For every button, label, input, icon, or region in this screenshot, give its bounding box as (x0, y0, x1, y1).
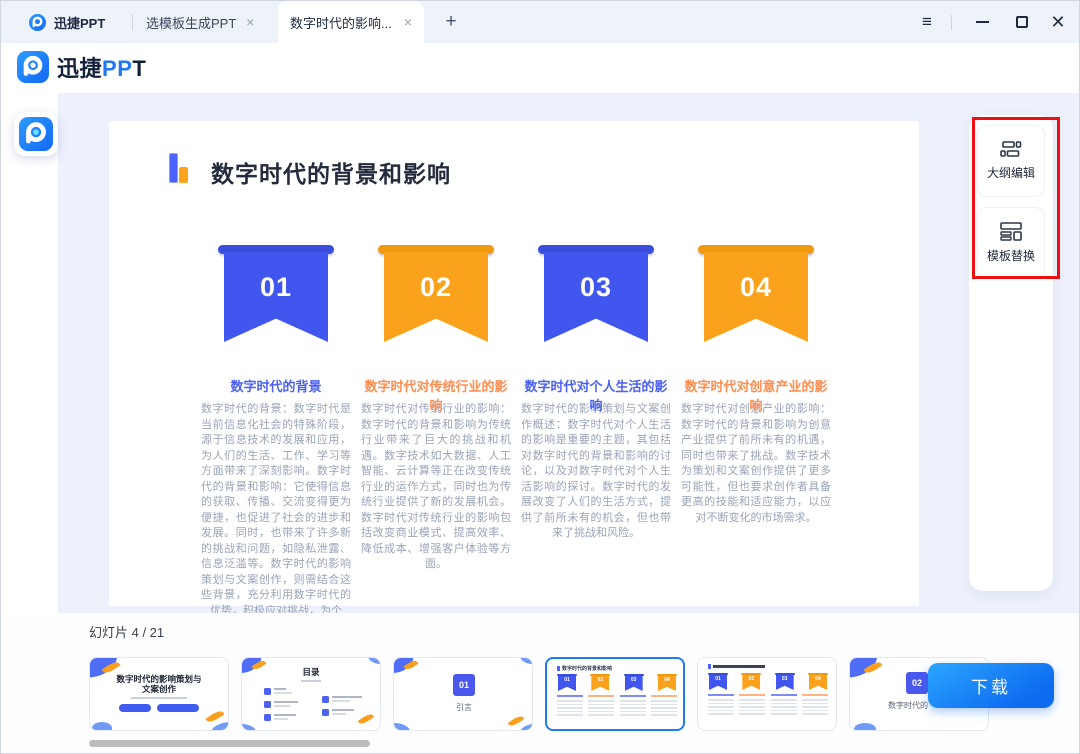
column-heading: 数字时代对个人生活的影响 (521, 377, 671, 415)
thumb4-ribbons: 01 02 03 04 (557, 674, 677, 691)
thumb5-ribbons: 01 02 03 04 (708, 673, 828, 690)
thumb1-buttons (90, 704, 228, 712)
assistant-logo-icon (19, 117, 53, 151)
slide-preview: 数字时代的背景和影响 01 数字时代的背景 数字时代的背景：数字时代是当前信息化… (109, 121, 919, 606)
ribbon-banner: 03 (538, 245, 654, 342)
thumb4-title-row: 数字时代的背景和影响 (557, 665, 612, 672)
outline-edit-button[interactable]: 大纲编辑 (977, 125, 1045, 197)
ribbon-banner: 02 (378, 245, 494, 342)
slide-column-1: 01 数字时代的背景 数字时代的背景：数字时代是当前信息化社会的特殊阶段，源于信… (201, 121, 351, 606)
column-body: 数字时代对创意产业的影响：数字时代的背景和影响为创意产业提供了前所未有的机遇，同… (681, 402, 831, 526)
tab-close-icon[interactable]: × (246, 15, 254, 29)
tab-label: 选模板生成PPT (146, 13, 236, 32)
brand-wordmark: 迅捷PPT (57, 51, 146, 83)
brand-logo-icon (17, 51, 49, 83)
floating-assistant-button[interactable] (14, 112, 58, 156)
thumb6-section-label: 数字时代的 (888, 700, 928, 711)
slide-counter: 幻灯片 4 / 21 (89, 622, 164, 641)
bar-chart-icon (169, 153, 189, 185)
horizontal-scrollbar[interactable] (89, 740, 370, 747)
template-replace-icon (999, 222, 1023, 241)
column-heading: 数字时代对创意产业的影响 (681, 377, 831, 415)
tab-divider (132, 14, 133, 30)
thumb3-section-number: 01 (453, 674, 475, 696)
slide-column-3: 03 数字时代对个人生活的影响 数字时代的影响策划与文案创作概述：数字时代对个人… (521, 121, 671, 606)
brand: 迅捷PPT (17, 51, 146, 83)
download-button[interactable]: 下载 (928, 663, 1054, 708)
column-body: 数字时代的影响策划与文案创作概述：数字时代对个人生活的影响是重要的主题，其包括对… (521, 402, 671, 542)
template-replace-button[interactable]: 模板替换 (977, 207, 1045, 279)
minimize-button[interactable] (967, 1, 997, 43)
thumb2-toc-left (264, 688, 298, 727)
side-tool-panel: 大纲编辑 模板替换 (969, 115, 1053, 591)
thumb1-subtitle-bar (131, 697, 187, 699)
ribbon-banner: 04 (698, 245, 814, 342)
thumbnail-slide-4-selected[interactable]: 数字时代的背景和影响 01 02 03 04 (545, 657, 685, 731)
thumb5-text-columns (708, 694, 828, 717)
ribbon-number: 03 (580, 272, 612, 342)
outline-edit-icon (999, 141, 1023, 158)
thumb6-section-number: 02 (906, 672, 928, 694)
tab-digital-age-active[interactable]: 数字时代的影响... × (278, 1, 424, 43)
maximize-button[interactable] (1007, 1, 1037, 43)
tab-home-label: 迅捷PPT (54, 13, 105, 32)
app-header (1, 43, 1080, 93)
thumb4-text-columns (557, 695, 677, 718)
thumb2-title: 目录 (242, 666, 380, 678)
thumb5-title-row (708, 664, 765, 669)
slide-column-2: 02 数字时代对传统行业的影响 数字时代对传统行业的影响：数字时代的背景和影响为… (361, 121, 511, 606)
left-strip (1, 93, 58, 613)
ribbon-number: 02 (420, 272, 452, 342)
thumb2-subtitle-bar (301, 680, 321, 682)
tab-bar: 迅捷PPT 选模板生成PPT × 数字时代的影响... × + ≡ ✕ (1, 1, 1080, 43)
column-heading: 数字时代对传统行业的影响 (361, 377, 511, 415)
tab-label: 数字时代的影响... (290, 13, 392, 32)
app-logo-icon (29, 14, 46, 31)
new-tab-button[interactable]: + (439, 10, 463, 34)
menu-icon[interactable]: ≡ (913, 1, 941, 43)
thumbnail-slide-2[interactable]: 目录 (241, 657, 381, 731)
ribbon-banner: 01 (218, 245, 334, 342)
tab-home[interactable]: 迅捷PPT (29, 1, 105, 43)
thumbnail-slide-3[interactable]: 01 引言 (393, 657, 533, 731)
thumb1-title: 数字时代的影响策划与文案创作 (90, 674, 228, 694)
thumb3-section-label: 引言 (456, 702, 472, 713)
controls-divider (951, 15, 952, 30)
ribbon-number: 01 (260, 272, 292, 342)
template-replace-label: 模板替换 (987, 247, 1035, 264)
tab-template-generate[interactable]: 选模板生成PPT × (146, 1, 254, 43)
thumbnail-slide-1[interactable]: 数字时代的影响策划与文案创作 (89, 657, 229, 731)
column-heading: 数字时代的背景 (201, 377, 351, 396)
slide-column-4: 04 数字时代对创意产业的影响 数字时代对创意产业的影响：数字时代的背景和影响为… (681, 121, 831, 606)
thumbnail-slide-5[interactable]: 01 02 03 04 (697, 657, 837, 731)
tab-close-icon[interactable]: × (404, 15, 412, 29)
column-body: 数字时代的背景：数字时代是当前信息化社会的特殊阶段，源于信息技术的发展和应用，为… (201, 402, 351, 619)
thumb2-toc-right (322, 696, 362, 722)
outline-edit-label: 大纲编辑 (987, 164, 1035, 181)
close-button[interactable]: ✕ (1043, 1, 1073, 43)
app-window: 迅捷PPT 选模板生成PPT × 数字时代的影响... × + ≡ ✕ 迅捷PP… (0, 0, 1080, 754)
column-body: 数字时代对传统行业的影响：数字时代的背景和影响为传统行业带来了巨大的挑战和机遇。… (361, 402, 511, 573)
ribbon-number: 04 (740, 272, 772, 342)
